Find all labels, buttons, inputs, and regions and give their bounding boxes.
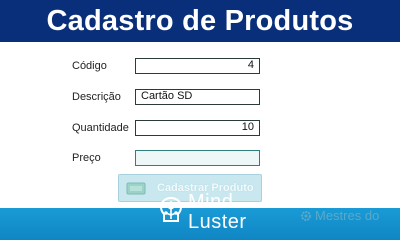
quantidade-input[interactable]: 10	[135, 120, 260, 136]
quantidade-label: Quantidade	[72, 122, 129, 134]
descricao-label: Descrição	[72, 91, 121, 103]
mindluster-watermark: Mind Luster	[158, 192, 247, 232]
brain-icon	[158, 195, 184, 230]
codigo-label: Código	[72, 60, 107, 72]
mestres-watermark: Mestres do	[300, 208, 379, 223]
codigo-input[interactable]: 4	[135, 58, 260, 74]
preco-label: Preço	[72, 152, 101, 164]
cart-icon	[125, 179, 147, 197]
descricao-input[interactable]: Cartão SD	[135, 89, 260, 105]
title-bar: Cadastro de Produtos	[0, 0, 400, 42]
gear-icon	[300, 210, 312, 222]
mestres-text: Mestres do	[315, 208, 380, 223]
preco-input[interactable]	[135, 150, 260, 166]
brand-line2: Luster	[188, 211, 247, 233]
page-title: Cadastro de Produtos	[46, 4, 354, 37]
brand-line1: Mind	[188, 191, 234, 213]
